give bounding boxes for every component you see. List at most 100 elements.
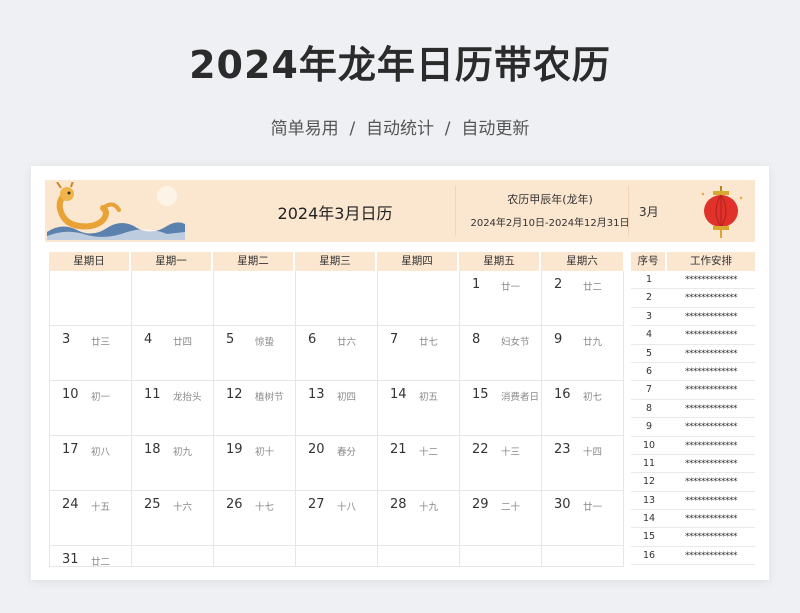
calendar-day-cell[interactable]: 6 廿六 [296, 326, 378, 381]
lunar-date: 廿二 [583, 282, 603, 293]
calendar-day-cell[interactable]: 29 二十 [460, 491, 542, 546]
task-text: ************* [685, 422, 738, 433]
calendar-day-cell[interactable]: 8 妇女节 [460, 326, 542, 381]
day-number: 22 [472, 442, 489, 457]
lunar-range: 2024年2月10日-2024年12月31日 [470, 218, 630, 229]
day-number: 24 [62, 497, 79, 512]
task-row[interactable]: 12 ************* [631, 473, 755, 492]
calendar-day-cell[interactable]: 4 廿四 [132, 326, 214, 381]
day-number: 26 [226, 497, 243, 512]
calendar-day-cell[interactable]: 23 十四 [542, 436, 624, 491]
calendar-empty-cell [132, 546, 214, 567]
day-number: 15 [472, 387, 489, 402]
month-short: 3月 [639, 205, 659, 219]
task-row[interactable]: 11 ************* [631, 455, 755, 474]
calendar-day-cell[interactable]: 31 廿二 [50, 546, 132, 568]
lunar-date: 廿九 [583, 337, 603, 348]
calendar-day-cell[interactable]: 18 初九 [132, 436, 214, 491]
calendar-day-cell[interactable]: 24 十五 [50, 491, 132, 546]
task-rows: 1 ************* 2 ************* 3 ***********… [631, 271, 755, 566]
calendar-day-cell[interactable]: 2 廿二 [542, 271, 624, 326]
calendar-day-cell[interactable]: 15 消费者日 [460, 381, 542, 436]
calendar-day-cell[interactable]: 20 春分 [296, 436, 378, 491]
calendar-day-cell[interactable]: 26 十七 [214, 491, 296, 546]
task-number: 13 [642, 494, 656, 506]
lunar-date: 春分 [337, 447, 357, 458]
task-text: ************* [685, 495, 738, 506]
task-number: 15 [642, 531, 656, 543]
task-row[interactable]: 9 ************* [631, 418, 755, 437]
task-row[interactable]: 14 ************* [631, 510, 755, 529]
day-number: 31 [62, 552, 79, 567]
calendar-day-cell[interactable]: 7 廿七 [378, 326, 460, 381]
task-row[interactable]: 15 ************* [631, 528, 755, 547]
lunar-date: 十六 [173, 502, 193, 513]
lunar-date: 消费者日 [501, 392, 540, 403]
calendar-day-cell[interactable]: 27 十八 [296, 491, 378, 546]
calendar-day-cell[interactable]: 9 廿九 [542, 326, 624, 381]
task-number: 14 [642, 513, 656, 525]
task-row[interactable]: 1 ************* [631, 271, 755, 290]
calendar-day-cell[interactable]: 17 初八 [50, 436, 132, 491]
task-text: ************* [685, 477, 738, 488]
calendar-empty-cell [214, 546, 296, 567]
lunar-date: 十五 [91, 502, 111, 513]
task-row[interactable]: 7 ************* [631, 381, 755, 400]
day-number: 12 [226, 387, 243, 402]
lunar-date: 十八 [337, 502, 357, 513]
calendar-day-cell[interactable]: 19 初十 [214, 436, 296, 491]
calendar-day-cell[interactable]: 22 十三 [460, 436, 542, 491]
task-row[interactable]: 16 ************* [631, 547, 755, 566]
task-text: ************* [685, 440, 738, 451]
calendar-empty-cell [378, 271, 460, 326]
calendar-day-cell[interactable]: 21 十二 [378, 436, 460, 491]
calendar-day-cell[interactable]: 5 惊蛰 [214, 326, 296, 381]
calendar-day-cell[interactable]: 3 廿三 [50, 326, 132, 381]
task-row[interactable]: 6 ************* [631, 363, 755, 382]
day-number: 20 [308, 442, 325, 457]
day-number: 13 [308, 387, 325, 402]
calendar-day-cell[interactable]: 12 植树节 [214, 381, 296, 436]
calendar-day-cell[interactable]: 1 廿一 [460, 271, 542, 326]
task-number: 12 [642, 476, 656, 488]
task-text: ************* [685, 293, 738, 304]
calendar-empty-cell [214, 271, 296, 326]
lunar-date: 惊蛰 [255, 337, 275, 348]
lunar-date: 初五 [419, 392, 439, 403]
task-number: 1 [645, 274, 653, 285]
lunar-date: 廿七 [419, 337, 439, 348]
task-row[interactable]: 10 ************* [631, 437, 755, 455]
day-number: 18 [144, 442, 161, 457]
calendar-day-cell[interactable]: 10 初一 [50, 381, 132, 436]
task-row[interactable]: 2 ************* [631, 289, 755, 308]
task-row[interactable]: 3 ************* [631, 308, 755, 327]
task-number: 8 [645, 402, 653, 414]
task-row[interactable]: 4 ************* [631, 326, 755, 345]
calendar-body: 1 廿一 2 廿二 3 廿三 4 廿四 5 惊蛰 6 廿六 7 廿七 8 妇女节 9 廿九 10 初一 11 龙抬头 12 植… [49, 271, 624, 568]
task-table-header: 序号 工作安排 [631, 252, 755, 271]
day-number: 7 [390, 332, 399, 347]
calendar-day-cell[interactable]: 28 十九 [378, 491, 460, 546]
calendar-day-cell[interactable]: 25 十六 [132, 491, 214, 546]
task-table: 序号 工作安排 1 ************* 2 ************* 3 ***… [631, 252, 755, 566]
task-row[interactable]: 13 ************* [631, 492, 755, 511]
day-number: 23 [554, 442, 571, 457]
calendar-day-cell[interactable]: 13 初四 [296, 381, 378, 436]
weekday-label: 星期六 [541, 252, 623, 271]
task-number: 16 [642, 549, 656, 561]
task-header-task: 工作安排 [667, 252, 755, 271]
calendar-day-cell[interactable]: 14 初五 [378, 381, 460, 436]
task-text: ************* [685, 458, 738, 469]
lunar-date: 廿二 [91, 557, 111, 568]
calendar-day-cell[interactable]: 11 龙抬头 [132, 381, 214, 436]
weekday-label: 星期四 [377, 252, 459, 271]
month-title: 2024年3月日历 [277, 204, 393, 223]
lunar-date: 廿一 [583, 502, 603, 513]
task-row[interactable]: 8 ************* [631, 400, 755, 419]
lunar-date: 十九 [419, 502, 439, 513]
calendar-day-cell[interactable]: 30 廿一 [542, 491, 624, 546]
day-number: 28 [390, 497, 407, 512]
calendar-day-cell[interactable]: 16 初七 [542, 381, 624, 436]
task-row[interactable]: 5 ************* [631, 345, 755, 363]
task-text: ************* [685, 311, 738, 322]
